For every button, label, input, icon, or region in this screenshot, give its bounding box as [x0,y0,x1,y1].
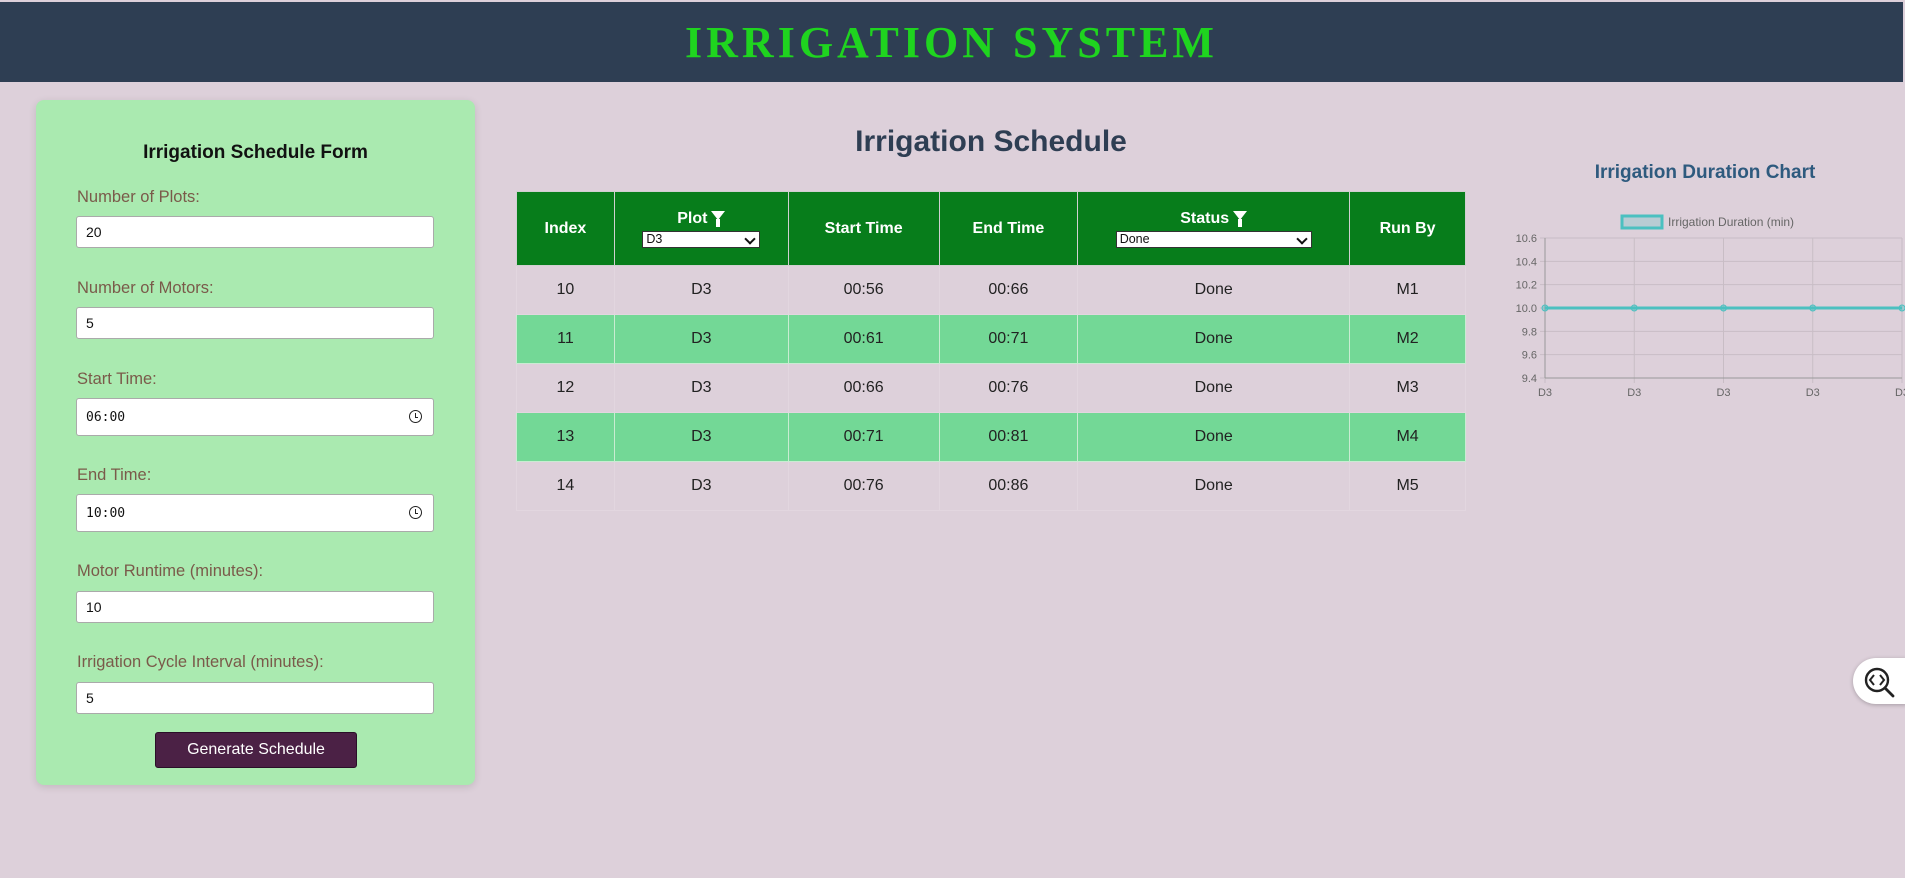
cell-index: 13 [516,412,615,462]
cell-status: Done [1077,363,1351,413]
motors-label: Number of Motors: [77,279,214,297]
cell-plot: D3 [613,412,789,462]
irrigation-duration-chart: Irrigation Duration (min) 10.6 10.4 10.2 10.… [1516,214,1905,399]
cell-start-time: 00:61 [787,314,940,364]
column-header-end-time: End Time [938,191,1079,266]
y-tick-label: 10.4 [1516,256,1537,268]
cell-index: 12 [516,363,615,413]
table-row: 14 D3 00:76 00:86 Done M5 [516,461,1466,511]
filter-icon [1233,211,1248,227]
cell-plot: D3 [613,265,789,315]
cell-plot: D3 [613,363,789,413]
status-filter-select[interactable]: Done [1115,230,1312,248]
x-tick-label: D3 [1806,387,1820,399]
cell-index: 10 [516,265,615,315]
data-point [1541,304,1549,312]
y-tick-label: 10.6 [1516,233,1537,245]
interval-label: Irrigation Cycle Interval (minutes): [77,653,324,671]
inspect-button[interactable] [1853,658,1905,704]
runtime-input[interactable]: 10 [76,591,434,623]
schedule-form: Irrigation Schedule Form Number of Plots… [36,100,475,785]
cell-run-by: M2 [1349,314,1466,364]
x-tick-label: D3 [1895,387,1905,399]
cell-end-time: 00:76 [938,363,1079,413]
cell-run-by: M3 [1349,363,1466,413]
table-row: 11 D3 00:61 00:71 Done M2 [516,314,1466,364]
app-header: IRRIGATION SYSTEM [0,2,1903,82]
cell-start-time: 00:66 [787,363,940,413]
x-tick-label: D3 [1716,387,1730,399]
cell-start-time: 00:76 [787,461,940,511]
clock-icon[interactable] [409,506,422,519]
y-tick-label: 10.0 [1516,303,1537,315]
cell-end-time: 00:81 [938,412,1079,462]
plots-input[interactable]: 20 [76,216,434,248]
code-search-icon [1864,667,1895,698]
cell-index: 14 [516,461,615,511]
legend-label: Irrigation Duration (min) [1668,215,1794,229]
column-header-plot: Plot D3 [613,191,789,266]
cell-status: Done [1077,412,1351,462]
cell-start-time: 00:71 [787,412,940,462]
end-time-label: End Time: [77,466,152,484]
start-time-label: Start Time: [77,370,157,388]
column-header-start-time: Start Time [787,191,940,266]
data-point [1898,304,1905,312]
cell-status: Done [1077,265,1351,315]
y-tick-label: 9.8 [1522,326,1537,338]
x-tick-label: D3 [1538,387,1552,399]
x-tick-label: D3 [1627,387,1641,399]
end-time-input[interactable]: 10:00 [76,494,434,532]
cell-index: 11 [516,314,615,364]
data-point [1720,304,1727,312]
cell-start-time: 00:56 [787,265,940,315]
cell-status: Done [1077,461,1351,511]
interval-input[interactable]: 5 [76,682,434,714]
clock-icon[interactable] [409,410,422,423]
y-tick-label: 10.2 [1516,280,1537,292]
legend-swatch [1620,214,1664,230]
schedule-table: Index Plot D3 Start Time End Time Status… [516,191,1466,511]
chevron-down-icon [744,232,756,245]
generate-schedule-button[interactable]: Generate Schedule [155,732,357,768]
plot-header-label: Plot [677,209,708,227]
cell-run-by: M5 [1349,461,1466,511]
cell-run-by: M1 [1349,265,1466,315]
cell-run-by: M4 [1349,412,1466,462]
chart-title: Irrigation Duration Chart [1594,162,1816,183]
table-row: 10 D3 00:56 00:66 Done M1 [516,265,1466,315]
motors-input[interactable]: 5 [76,307,434,339]
column-header-run-by: Run By [1349,191,1466,266]
cell-end-time: 00:86 [938,461,1079,511]
cell-plot: D3 [613,461,789,511]
data-point [1809,304,1817,312]
start-time-input[interactable]: 06:00 [76,398,434,436]
cell-status: Done [1077,314,1351,364]
app-title: IRRIGATION SYSTEM [685,17,1218,67]
filter-icon [711,211,726,227]
runtime-label: Motor Runtime (minutes): [77,562,264,580]
plots-label: Number of Plots: [77,188,200,206]
y-tick-label: 9.6 [1522,350,1537,362]
plot-filter-select[interactable]: D3 [642,230,761,248]
table-row: 12 D3 00:66 00:76 Done M3 [516,363,1466,413]
column-header-status: Status Done [1077,191,1351,266]
status-header-label: Status [1180,209,1230,227]
cell-end-time: 00:71 [938,314,1079,364]
schedule-title: Irrigation Schedule [855,125,1127,158]
cell-end-time: 00:66 [938,265,1079,315]
data-point [1630,304,1638,312]
cell-plot: D3 [613,314,789,364]
y-tick-label: 9.4 [1522,373,1537,385]
column-header-index: Index [516,191,615,266]
form-title: Irrigation Schedule Form [143,142,368,163]
table-row: 13 D3 00:71 00:81 Done M4 [516,412,1466,462]
chevron-down-icon [1296,232,1308,245]
